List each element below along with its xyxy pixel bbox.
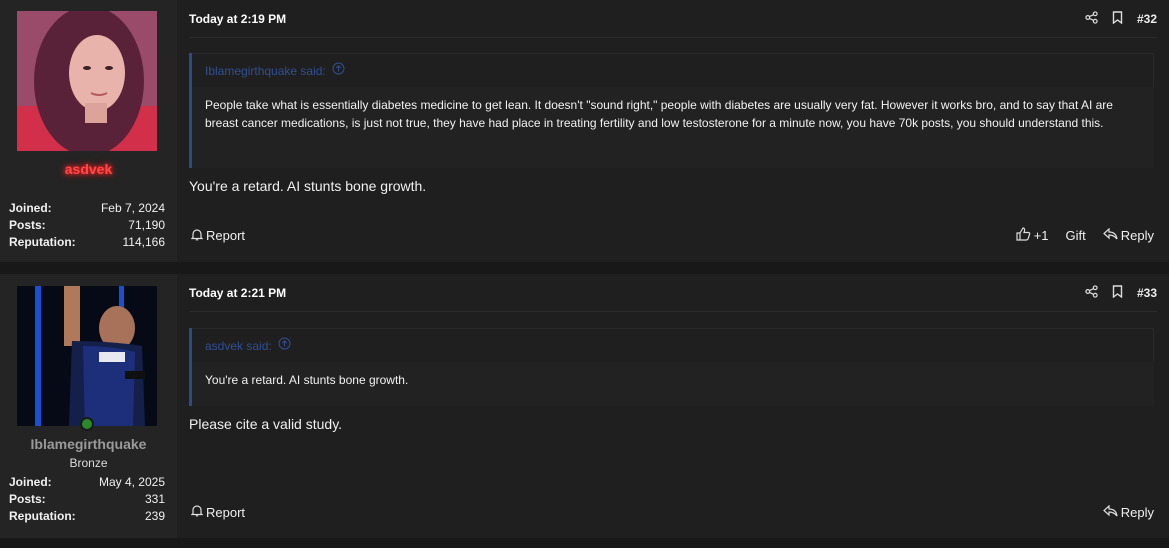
stat-joined: Joined: Feb 7, 2024 (9, 200, 165, 217)
post-32: asdvek Joined: Feb 7, 2024 Posts: 71,190… (0, 0, 1169, 262)
stat-joined: Joined: May 4, 2025 (9, 474, 165, 491)
post-number[interactable]: #32 (1137, 12, 1157, 26)
username[interactable]: asdvek (0, 161, 177, 177)
post-footer-actions: +1 Gift Reply (1016, 227, 1154, 244)
stat-reputation: Reputation: 239 (9, 508, 165, 525)
post-message: Please cite a valid study. (189, 416, 343, 432)
reply-button[interactable]: Reply (1102, 227, 1154, 243)
username[interactable]: Iblamegirthquake (0, 436, 177, 452)
post-footer: Report +1 Gift Reply (190, 227, 1154, 244)
post-message: You're a retard. AI stunts bone growth. (189, 178, 427, 194)
stat-label: Posts: (9, 492, 46, 506)
stat-value: Feb 7, 2024 (100, 201, 165, 215)
post-33: Iblamegirthquake Bronze Joined: May 4, 2… (0, 274, 1169, 538)
stat-value: 71,190 (128, 218, 165, 232)
arrow-up-circle-icon[interactable] (332, 54, 345, 88)
bookmark-icon[interactable] (1112, 284, 1123, 301)
reply-icon (1102, 227, 1118, 243)
quote-block: asdvek said: You're a retard. AI stunts … (189, 328, 1154, 406)
stat-label: Posts: (9, 218, 46, 232)
stat-posts: Posts: 331 (9, 491, 165, 508)
thumbs-up-icon (1016, 227, 1031, 244)
reply-label: Reply (1120, 504, 1154, 520)
stat-label: Joined: (9, 475, 52, 489)
stat-reputation: Reputation: 114,166 (9, 234, 165, 251)
stat-posts: Posts: 71,190 (9, 217, 165, 234)
post-header-actions: #33 (1085, 284, 1157, 301)
quote-author[interactable]: Iblamegirthquake said: (205, 54, 326, 88)
quote-header[interactable]: Iblamegirthquake said: (192, 53, 1154, 87)
arrow-up-circle-icon[interactable] (278, 329, 291, 363)
quote-text: You're a retard. AI stunts bone growth. (205, 373, 409, 387)
share-icon[interactable] (1085, 10, 1098, 27)
bell-icon (190, 504, 204, 520)
post-main: Today at 2:19 PM #32 Iblamegirthquake sa… (177, 0, 1169, 262)
stat-value: 114,166 (122, 235, 166, 249)
stat-value: May 4, 2025 (98, 475, 165, 489)
user-title: Bronze (69, 456, 108, 470)
report-label: Report (206, 228, 246, 243)
stat-value: 239 (144, 509, 165, 523)
stat-label: Reputation: (9, 509, 76, 523)
avatar[interactable] (17, 286, 157, 426)
like-button[interactable]: +1 (1016, 227, 1049, 244)
stat-label: Reputation: (9, 235, 76, 249)
quote-header[interactable]: asdvek said: (192, 328, 1154, 362)
post-main: Today at 2:21 PM #33 asdvek said: You're… (177, 274, 1169, 538)
stat-label: Joined: (9, 201, 52, 215)
online-status-icon (80, 417, 94, 431)
report-button[interactable]: Report (190, 504, 246, 520)
post-header-actions: #32 (1085, 10, 1157, 27)
user-panel: Iblamegirthquake Bronze Joined: May 4, 2… (0, 274, 177, 538)
post-number[interactable]: #33 (1137, 286, 1157, 300)
quote-block: Iblamegirthquake said: People take what … (189, 53, 1154, 168)
reply-icon (1102, 504, 1118, 520)
reply-label: Reply (1120, 228, 1154, 243)
reply-button[interactable]: Reply (1102, 504, 1154, 520)
thread: asdvek Joined: Feb 7, 2024 Posts: 71,190… (0, 0, 1169, 548)
quote-author[interactable]: asdvek said: (205, 329, 272, 363)
stat-value: 331 (144, 492, 165, 506)
post-footer: Report Reply (190, 504, 1154, 520)
quote-text: People take what is essentially diabetes… (205, 98, 1113, 130)
post-date[interactable]: Today at 2:19 PM (189, 12, 286, 26)
bell-icon (190, 228, 204, 244)
like-count: +1 (1033, 228, 1049, 243)
post-header: Today at 2:19 PM #32 (189, 0, 1157, 38)
post-footer-actions: Reply (1102, 504, 1154, 520)
post-date[interactable]: Today at 2:21 PM (189, 286, 286, 300)
report-button[interactable]: Report (190, 228, 246, 244)
user-stats: Joined: May 4, 2025 Posts: 331 Reputatio… (9, 474, 165, 525)
avatar[interactable] (17, 11, 157, 151)
user-panel: asdvek Joined: Feb 7, 2024 Posts: 71,190… (0, 0, 177, 262)
user-stats: Joined: Feb 7, 2024 Posts: 71,190 Reputa… (9, 200, 165, 251)
report-label: Report (206, 504, 246, 520)
bookmark-icon[interactable] (1112, 10, 1123, 27)
post-header: Today at 2:21 PM #33 (189, 274, 1157, 312)
share-icon[interactable] (1085, 284, 1098, 301)
gift-button[interactable]: Gift (1066, 228, 1086, 243)
